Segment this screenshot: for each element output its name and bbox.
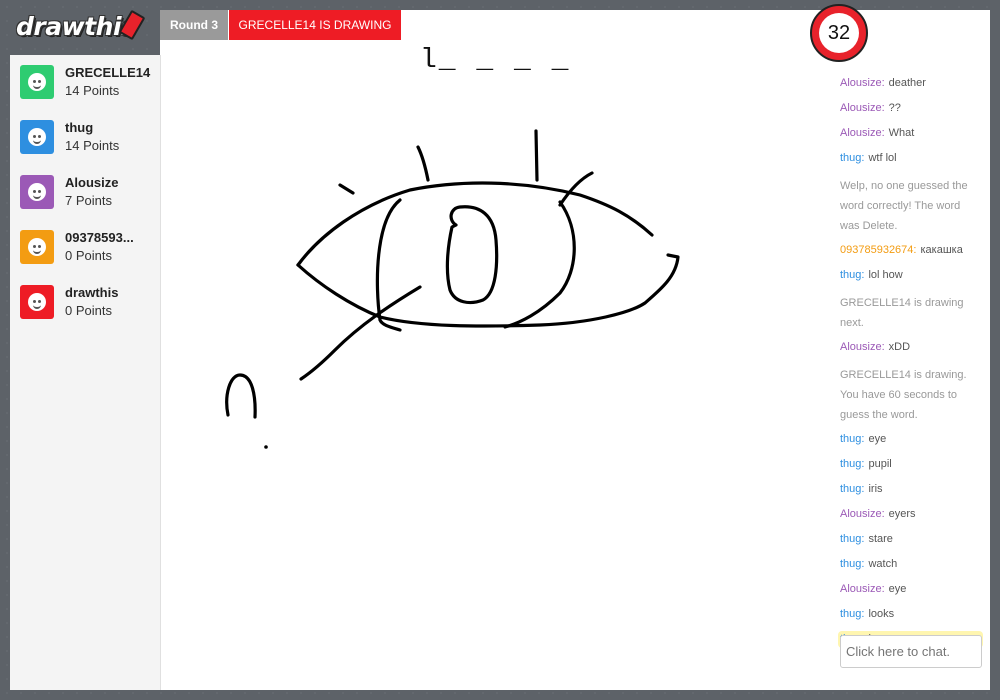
chat-message: Alousize: xDD: [838, 339, 983, 356]
player-name: thug: [65, 120, 94, 135]
chat-username[interactable]: Alousize:: [840, 341, 885, 353]
chat-text: wtf lol: [868, 152, 897, 164]
chat-text: eyers: [888, 508, 916, 520]
countdown-timer: 32: [810, 4, 868, 62]
pupil: [445, 205, 499, 305]
eye-outline-upper: [296, 181, 654, 267]
chat-message: Alousize:??: [838, 100, 983, 117]
chat-username[interactable]: 093785932674:: [840, 244, 916, 256]
chat-username[interactable]: thug:: [840, 269, 864, 281]
chat-log: Alousize: deather Alousize:?? Alousize: What…: [838, 75, 983, 656]
chat-system-message: Welp, no one guessed the word correctly!…: [838, 175, 983, 237]
chat-username[interactable]: Alousize:: [840, 127, 885, 139]
chat-system-text: GRECELLE14 is drawing next.: [840, 297, 964, 329]
chat-text: stare: [868, 533, 893, 545]
timer-value: 32: [819, 13, 859, 53]
chat-text: pupil: [868, 458, 892, 470]
chat-message: thug: watch: [838, 556, 983, 573]
chat-text: What: [888, 127, 915, 139]
chat-message: thug: looks: [838, 606, 983, 623]
avatar: [20, 230, 54, 264]
player-name: 09378593...: [65, 230, 134, 245]
smiley-face-icon: [28, 293, 46, 311]
round-badge: Round 3: [160, 10, 228, 40]
player-points: 14 Points: [65, 83, 120, 98]
chat-username[interactable]: thug:: [840, 458, 864, 470]
logo-text: drawthis: [16, 12, 136, 41]
player-name: drawthis: [65, 285, 119, 300]
smiley-face-icon: [28, 238, 46, 256]
chat-text: какашка: [920, 244, 963, 256]
chat-message: thug: pupil: [838, 456, 983, 473]
chat-message: Alousize: What: [838, 125, 983, 142]
smiley-face-icon: [28, 183, 46, 201]
chat-text: eye: [888, 583, 907, 595]
player-points: 0 Points: [65, 248, 112, 263]
chat-text: xDD: [888, 341, 911, 353]
smiley-face-icon: [28, 73, 46, 91]
pencil-stroke: [299, 285, 422, 381]
chat-username[interactable]: thug:: [840, 152, 864, 164]
player-item[interactable]: drawthis 0 Points: [20, 285, 160, 325]
iris-circle: [375, 198, 576, 332]
chat-message: thug: wtf lol: [838, 150, 983, 167]
chat-message: thug: lol how: [838, 267, 983, 284]
eyelash-mid-right: [534, 129, 539, 182]
chat-message: thug: eye: [838, 431, 983, 448]
player-points: 7 Points: [65, 193, 112, 208]
chat-text: looks: [868, 608, 895, 620]
avatar: [20, 175, 54, 209]
smiley-face-icon: [28, 128, 46, 146]
chat-message: thug: stare: [838, 531, 983, 548]
chat-username[interactable]: Alousize:: [840, 508, 885, 520]
player-item[interactable]: Alousize 7 Points: [20, 175, 160, 215]
eyelash-left: [338, 183, 355, 195]
eyelash-right: [558, 171, 594, 207]
drawing-status-badge: GRECELLE14 IS DRAWING: [229, 10, 401, 40]
chat-system-message: GRECELLE14 is drawing next.: [838, 292, 983, 334]
player-item[interactable]: 09378593... 0 Points: [20, 230, 160, 270]
chat-message: 093785932674: какашка: [838, 242, 983, 259]
drawing-canvas[interactable]: [160, 55, 830, 690]
player-points: 14 Points: [65, 138, 120, 153]
app-logo[interactable]: drawthis: [14, 8, 146, 48]
chat-username[interactable]: Alousize:: [840, 77, 885, 89]
chat-input[interactable]: [840, 635, 982, 668]
chat-username[interactable]: Alousize:: [840, 102, 885, 114]
chat-text: deather: [888, 77, 926, 89]
chat-text: lol how: [868, 269, 903, 281]
chat-text: ??: [888, 102, 901, 114]
player-item[interactable]: GRECELLE14 14 Points: [20, 65, 160, 105]
player-item[interactable]: thug 14 Points: [20, 120, 160, 160]
player-name: GRECELLE14: [65, 65, 151, 80]
avatar: [20, 65, 54, 99]
chat-system-message: GRECELLE14 is drawing. You have 60 secon…: [838, 364, 983, 426]
chat-username[interactable]: thug:: [840, 558, 864, 570]
chat-message: thug: iris: [838, 481, 983, 498]
chat-message: Alousize: deather: [838, 75, 983, 92]
chat-text: watch: [868, 558, 898, 570]
chat-text: iris: [868, 483, 883, 495]
chat-message: Alousize: eye: [838, 581, 983, 598]
chat-system-text: GRECELLE14 is drawing. You have 60 secon…: [840, 369, 967, 421]
chat-system-text: Welp, no one guessed the word correctly!…: [840, 180, 968, 232]
chat-username[interactable]: thug:: [840, 433, 864, 445]
chat-username[interactable]: thug:: [840, 533, 864, 545]
player-points: 0 Points: [65, 303, 112, 318]
dot-mark: [264, 445, 268, 449]
player-name: Alousize: [65, 175, 119, 190]
chat-message: Alousize: eyers: [838, 506, 983, 523]
chat-username[interactable]: Alousize:: [840, 583, 885, 595]
avatar: [20, 285, 54, 319]
small-arch: [225, 373, 257, 419]
chat-username[interactable]: thug:: [840, 608, 864, 620]
eye-outline-lower: [296, 253, 680, 328]
chat-username[interactable]: thug:: [840, 483, 864, 495]
player-list: GRECELLE14 14 Points thug 14 Points Alou…: [10, 55, 161, 690]
avatar: [20, 120, 54, 154]
eyelash-mid-left: [416, 145, 430, 182]
chat-text: eye: [868, 433, 887, 445]
